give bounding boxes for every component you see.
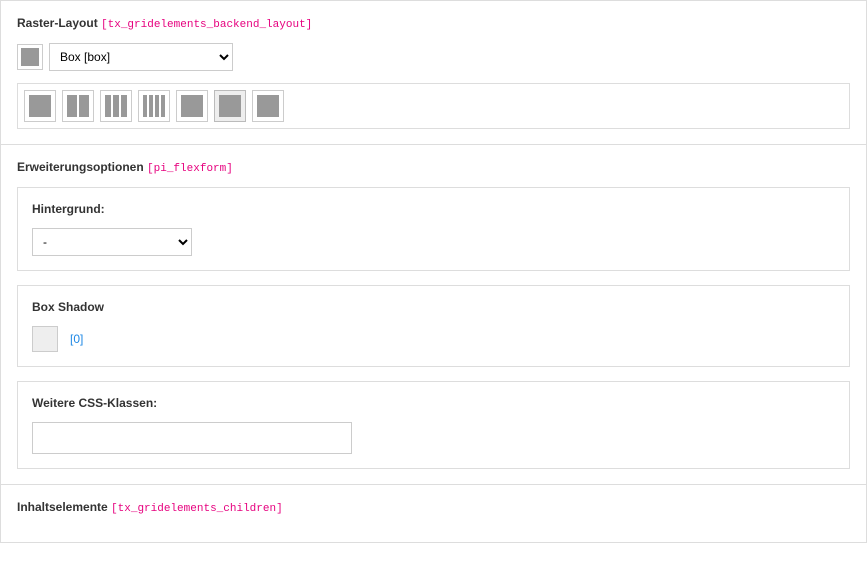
layout-thumb-box-b[interactable] xyxy=(252,90,284,122)
layout-thumb-4col[interactable] xyxy=(138,90,170,122)
raster-layout-title: Raster-Layout [tx_gridelements_backend_l… xyxy=(17,16,850,31)
inhaltselemente-title: Inhaltselemente [tx_gridelements_childre… xyxy=(17,500,850,515)
layout-thumbnails-strip xyxy=(17,83,850,129)
boxshadow-checkbox[interactable] xyxy=(32,326,58,352)
raster-layout-section: Raster-Layout [tx_gridelements_backend_l… xyxy=(1,1,866,145)
layout-thumb-2col[interactable] xyxy=(62,90,94,122)
css-classes-block: Weitere CSS-Klassen: xyxy=(17,381,850,469)
hintergrund-label: Hintergrund: xyxy=(32,202,835,216)
extension-options-section: Erweiterungsoptionen [pi_flexform] Hinte… xyxy=(1,145,866,485)
inhaltselemente-label: Inhaltselemente xyxy=(17,500,108,514)
layout-icon xyxy=(17,44,43,70)
raster-layout-select[interactable]: Box [box] xyxy=(49,43,233,71)
layout-thumb-3col[interactable] xyxy=(100,90,132,122)
extension-options-code: [pi_flexform] xyxy=(147,163,233,175)
boxshadow-value: [0] xyxy=(70,332,83,346)
css-classes-label: Weitere CSS-Klassen: xyxy=(32,396,835,410)
hintergrund-block: Hintergrund: - xyxy=(17,187,850,271)
inhaltselemente-section: Inhaltselemente [tx_gridelements_childre… xyxy=(1,485,866,542)
layout-thumb-box-selected[interactable] xyxy=(214,90,246,122)
layout-thumb-box-a[interactable] xyxy=(176,90,208,122)
raster-layout-label: Raster-Layout xyxy=(17,16,98,30)
raster-layout-code: [tx_gridelements_backend_layout] xyxy=(101,19,312,31)
layout-thumb-1col[interactable] xyxy=(24,90,56,122)
css-classes-input[interactable] xyxy=(32,422,352,454)
hintergrund-select[interactable]: - xyxy=(32,228,192,256)
extension-options-label: Erweiterungsoptionen xyxy=(17,160,144,174)
boxshadow-label: Box Shadow xyxy=(32,300,835,314)
inhaltselemente-code: [tx_gridelements_children] xyxy=(111,503,283,515)
boxshadow-block: Box Shadow [0] xyxy=(17,285,850,367)
extension-options-title: Erweiterungsoptionen [pi_flexform] xyxy=(17,160,850,175)
